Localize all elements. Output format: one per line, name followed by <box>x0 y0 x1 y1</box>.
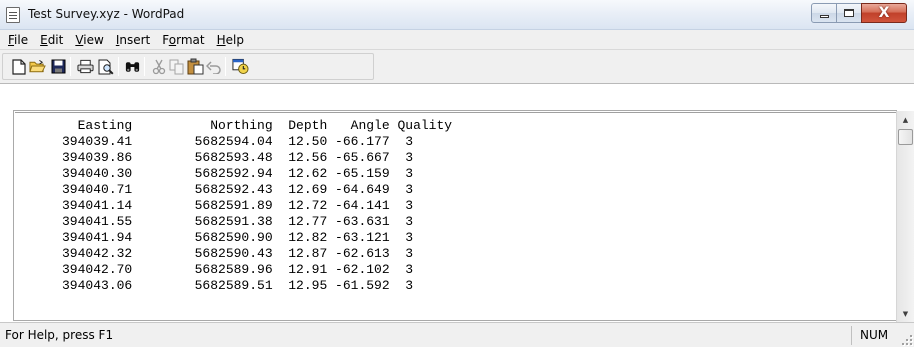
paste-icon[interactable] <box>187 58 204 75</box>
menu-view[interactable]: View <box>69 33 109 47</box>
scroll-up-arrow-icon[interactable]: ▲ <box>897 111 914 128</box>
cut-scissors-icon[interactable] <box>150 58 167 75</box>
open-folder-icon[interactable] <box>29 58 46 75</box>
document-line: 394042.32 5682590.43 12.87 -62.613 3 <box>23 246 414 261</box>
title-bar[interactable]: Test Survey.xyz - WordPad X <box>0 0 914 30</box>
menu-bar: File Edit View Insert Format Help <box>0 30 914 50</box>
new-document-icon[interactable] <box>10 58 27 75</box>
scroll-down-arrow-icon[interactable]: ▼ <box>897 305 914 322</box>
save-disk-icon[interactable] <box>50 58 67 75</box>
menu-insert[interactable]: Insert <box>110 33 156 47</box>
document-line: 394041.55 5682591.38 12.77 -63.631 3 <box>23 214 414 229</box>
minimize-icon <box>819 14 829 18</box>
document-line: 394042.70 5682589.96 12.91 -62.102 3 <box>23 262 414 277</box>
close-button[interactable]: X <box>861 3 907 23</box>
wordpad-app-icon[interactable] <box>6 7 20 23</box>
toolbar-separator <box>70 57 71 76</box>
status-help-text: For Help, press F1 <box>5 328 114 342</box>
document-line: 394040.71 5682592.43 12.69 -64.649 3 <box>23 182 414 197</box>
status-divider <box>851 326 852 345</box>
menu-edit[interactable]: Edit <box>34 33 69 47</box>
document-line: 394039.41 5682594.04 12.50 -66.177 3 <box>23 134 414 149</box>
minimize-button[interactable] <box>811 3 837 23</box>
resize-grip-icon[interactable] <box>902 335 912 345</box>
copy-icon[interactable] <box>168 58 185 75</box>
document-line: 394041.14 5682591.89 12.72 -64.141 3 <box>23 198 414 213</box>
toolbar-separator <box>225 57 226 76</box>
document-header-line: Easting Northing Depth Angle Quality <box>23 118 453 133</box>
document-line: 394041.94 5682590.90 12.82 -63.121 3 <box>23 230 414 245</box>
document-line: 394039.86 5682593.48 12.56 -65.667 3 <box>23 150 414 165</box>
document-line: 394040.30 5682592.94 12.62 -65.159 3 <box>23 166 414 181</box>
scrollbar-thumb[interactable] <box>898 129 913 145</box>
status-bar: For Help, press F1 NUM <box>0 322 914 347</box>
vertical-scrollbar[interactable]: ▲ ▼ <box>896 111 914 322</box>
menu-format[interactable]: Format <box>156 33 210 47</box>
find-binoculars-icon[interactable] <box>124 58 141 75</box>
toolbar <box>0 50 914 84</box>
document-text-area[interactable]: Easting Northing Depth Angle Quality 394… <box>15 112 896 320</box>
print-icon[interactable] <box>77 58 94 75</box>
document-line: 394043.06 5682589.51 12.95 -61.592 3 <box>23 278 414 293</box>
wordpad-window: Test Survey.xyz - WordPad X File Edit Vi… <box>0 0 914 347</box>
print-preview-icon[interactable] <box>97 58 114 75</box>
maximize-icon <box>844 9 854 17</box>
toolbar-separator <box>144 57 145 76</box>
window-title: Test Survey.xyz - WordPad <box>28 7 185 21</box>
menu-help[interactable]: Help <box>211 33 250 47</box>
undo-icon[interactable] <box>205 58 222 75</box>
toolbar-separator <box>118 57 119 76</box>
insert-datetime-icon[interactable] <box>232 58 249 75</box>
num-lock-indicator: NUM <box>860 328 889 342</box>
close-icon: X <box>878 5 890 21</box>
maximize-button[interactable] <box>836 3 862 23</box>
menu-file[interactable]: File <box>2 33 34 47</box>
